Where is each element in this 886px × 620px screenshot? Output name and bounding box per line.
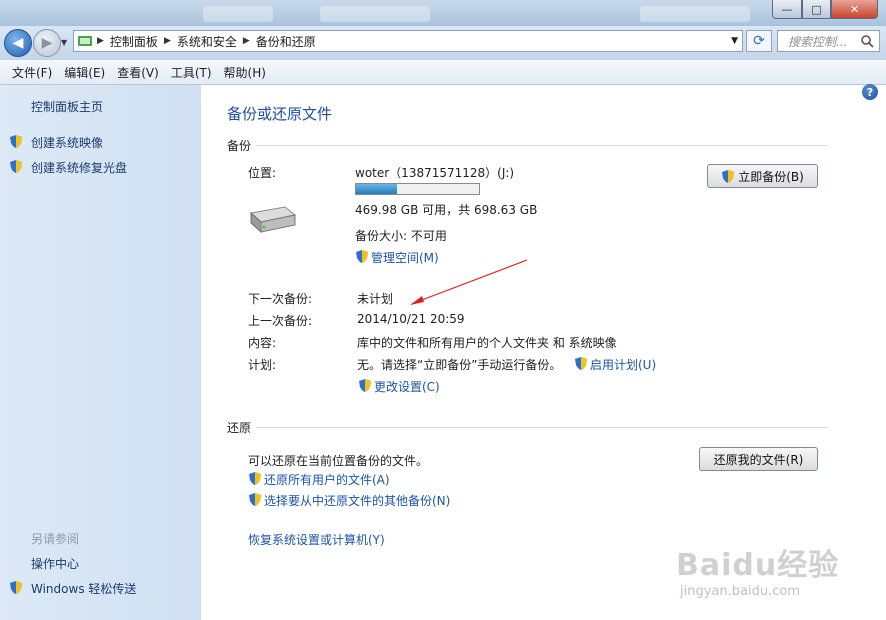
control-panel-home-link[interactable]: 控制面板主页	[31, 98, 103, 115]
schedule-label: 计划:	[248, 358, 277, 372]
drive-usage-bar	[355, 183, 480, 195]
shield-icon	[358, 378, 372, 396]
backup-drive-name: woter（13871571128）(J:)	[355, 166, 515, 180]
section-divider	[256, 145, 828, 146]
restore-all-users-link[interactable]: 还原所有用户的文件(A)	[264, 471, 390, 488]
menu-tools[interactable]: 工具(T)	[165, 64, 218, 81]
backup-now-label: 立即备份(B)	[738, 169, 804, 184]
restore-my-files-label: 还原我的文件(R)	[713, 452, 804, 467]
breadcrumb-control-panel[interactable]: 控制面板	[110, 33, 158, 50]
control-panel-icon	[78, 36, 92, 46]
drive-usage-fill	[356, 184, 397, 194]
drive-space: 469.98 GB 可用，共 698.63 GB	[355, 203, 538, 217]
shield-icon	[722, 169, 735, 183]
maximize-icon: □	[811, 2, 822, 16]
close-button[interactable]: ✕	[831, 0, 878, 19]
create-repair-disc-link[interactable]: 创建系统修复光盘	[31, 159, 127, 176]
maximize-button[interactable]: □	[802, 0, 831, 19]
shield-icon	[355, 249, 369, 267]
search-box[interactable]: 搜索控制...	[777, 30, 880, 52]
background-window-tab	[640, 6, 750, 22]
help-button[interactable]: ?	[862, 84, 878, 100]
windows-transfer-icon	[9, 580, 23, 598]
see-also-heading: 另请参阅	[31, 532, 80, 546]
forward-arrow-icon: ▶	[41, 35, 53, 51]
windows-easy-transfer-link[interactable]: Windows 轻松传送	[31, 580, 136, 597]
change-settings-link[interactable]: 更改设置(C)	[374, 378, 440, 395]
background-window-tab	[203, 6, 273, 22]
page-title: 备份或还原文件	[227, 105, 333, 123]
back-button[interactable]: ◀	[4, 29, 32, 57]
menu-bar: 文件(F) 编辑(E) 查看(V) 工具(T) 帮助(H)	[0, 60, 886, 85]
backup-size: 备份大小: 不可用	[355, 229, 447, 243]
close-icon: ✕	[849, 2, 860, 16]
search-icon[interactable]	[860, 34, 874, 48]
restore-section-label: 还原	[227, 421, 252, 435]
address-bar[interactable]: ▶ 控制面板 ▶ 系统和安全 ▶ 备份和还原 ▼	[73, 30, 743, 52]
backup-section-label: 备份	[227, 139, 252, 153]
contents-label: 内容:	[248, 336, 277, 350]
action-center-link[interactable]: 操作中心	[31, 555, 79, 572]
last-backup-value: 2014/10/21 20:59	[357, 312, 465, 326]
watermark-url: jingyan.baidu.com	[680, 584, 800, 599]
menu-edit[interactable]: 编辑(E)	[58, 64, 111, 81]
search-input[interactable]: 搜索控制...	[778, 33, 860, 50]
recent-pages-dropdown[interactable]: ▼	[61, 38, 67, 47]
background-window-tab	[320, 6, 430, 22]
menu-help[interactable]: 帮助(H)	[218, 64, 272, 81]
last-backup-label: 上一次备份:	[248, 314, 313, 328]
refresh-button[interactable]: ⟳	[746, 30, 772, 52]
window-controls: — □ ✕	[772, 0, 880, 19]
menu-view[interactable]: 查看(V)	[111, 64, 165, 81]
location-label: 位置:	[248, 166, 277, 180]
address-dropdown-icon[interactable]: ▼	[731, 36, 738, 46]
shield-icon	[248, 492, 262, 510]
forward-button[interactable]: ▶	[33, 29, 61, 57]
backup-now-button[interactable]: 立即备份(B)	[707, 164, 818, 188]
create-system-image-link[interactable]: 创建系统映像	[31, 134, 103, 151]
back-arrow-icon: ◀	[12, 35, 24, 51]
breadcrumb-system-security[interactable]: 系统和安全	[177, 33, 237, 50]
menu-file[interactable]: 文件(F)	[0, 64, 58, 81]
baidu-watermark: Baidu经验 jingyan.baidu.com	[676, 540, 876, 600]
shield-icon	[574, 356, 588, 374]
enable-schedule-link[interactable]: 启用计划(U)	[590, 356, 656, 373]
red-annotation-arrow	[410, 259, 528, 305]
section-divider	[256, 427, 828, 428]
restore-my-files-button[interactable]: 还原我的文件(R)	[699, 447, 818, 471]
hard-drive-icon	[245, 205, 297, 238]
help-icon: ?	[866, 85, 874, 99]
schedule-value: 无。请选择“立即备份”手动运行备份。	[357, 358, 562, 372]
title-bar	[0, 0, 886, 26]
shield-icon	[9, 159, 23, 177]
breadcrumb-backup-restore[interactable]: 备份和还原	[256, 33, 316, 50]
shield-icon	[248, 471, 262, 489]
refresh-icon: ⟳	[753, 33, 765, 49]
restore-description: 可以还原在当前位置备份的文件。	[248, 454, 429, 468]
minimize-button[interactable]: —	[772, 0, 802, 19]
shield-icon	[9, 134, 23, 152]
breadcrumb-separator-icon: ▶	[242, 36, 250, 46]
contents-value: 库中的文件和所有用户的个人文件夹 和 系统映像	[357, 336, 617, 350]
select-other-backup-link[interactable]: 选择要从中还原文件的其他备份(N)	[264, 492, 450, 509]
next-backup-label: 下一次备份:	[248, 292, 313, 306]
breadcrumb-separator-icon: ▶	[163, 36, 171, 46]
recover-system-link[interactable]: 恢复系统设置或计算机(Y)	[248, 531, 385, 548]
next-backup-value: 未计划	[357, 292, 394, 306]
minimize-icon: —	[781, 2, 793, 16]
breadcrumb-separator-icon: ▶	[97, 36, 104, 46]
baidu-jingyan-logo: Baidu经验	[676, 548, 840, 583]
